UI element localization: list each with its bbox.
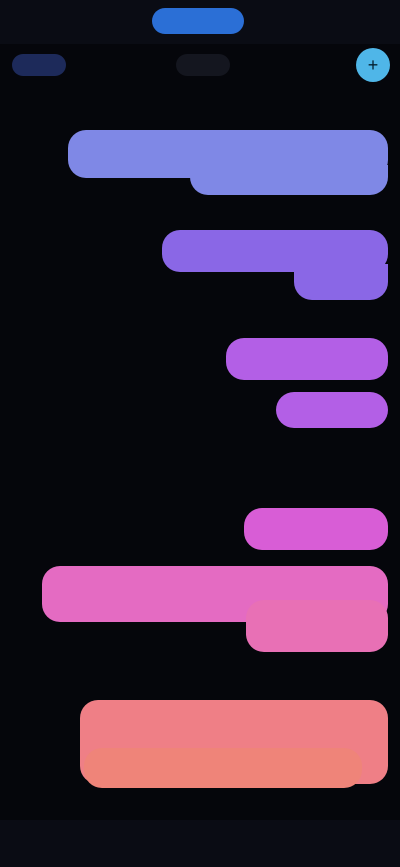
action-button[interactable]: +	[356, 48, 390, 82]
message-bubble-1-tail	[190, 165, 388, 195]
tab-3[interactable]	[262, 8, 372, 34]
tab-2-active[interactable]	[152, 8, 244, 34]
filter-pill-1[interactable]	[12, 54, 66, 76]
message-bubble-5-tail	[84, 748, 362, 788]
message-bubble-3-tail	[276, 392, 388, 428]
message-bubble-2-tail	[294, 264, 388, 300]
message-bubble-4-tail	[246, 600, 388, 652]
add-icon: +	[367, 54, 379, 75]
bottom-nav-item-2[interactable]	[130, 836, 270, 854]
message-bubble-4[interactable]	[244, 508, 388, 550]
tab-1[interactable]	[40, 8, 130, 34]
filter-pill-2[interactable]	[176, 54, 230, 76]
message-bubble-3[interactable]	[226, 338, 388, 380]
bottom-nav-item-1[interactable]	[20, 836, 90, 854]
